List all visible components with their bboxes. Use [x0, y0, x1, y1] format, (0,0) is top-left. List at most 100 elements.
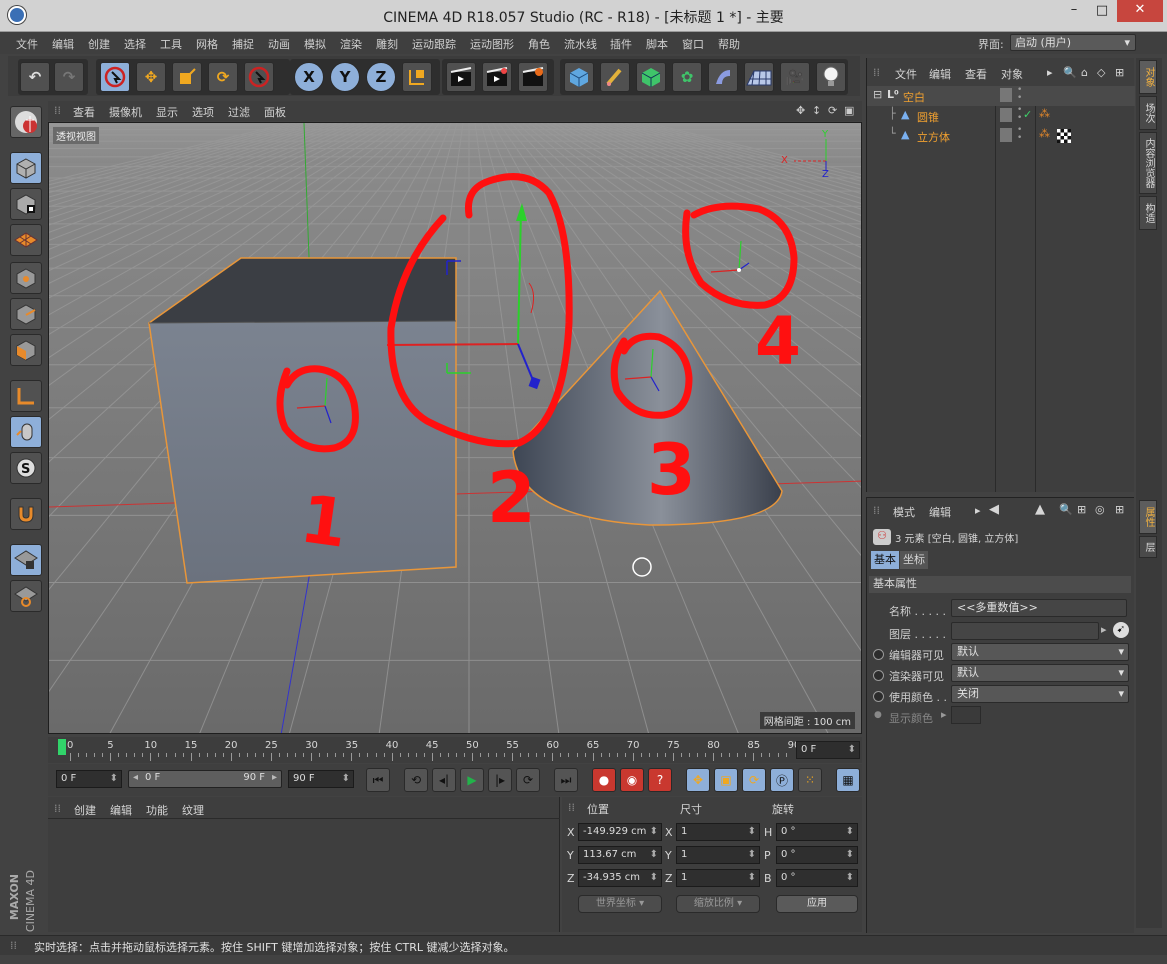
spinner-icon[interactable]: ⬍: [846, 847, 854, 863]
edges-mode-icon[interactable]: [10, 298, 42, 330]
perspective-viewport[interactable]: 透视视图 Y X Z 1 2 3 4 网格间距 : 100 cm: [48, 122, 862, 734]
layer-field[interactable]: [951, 622, 1099, 640]
dolly-view-icon[interactable]: ↕: [812, 104, 821, 117]
layer-swatch[interactable]: [1000, 108, 1012, 122]
object-name[interactable]: 圆锥: [917, 109, 939, 125]
previous-key-icon[interactable]: ⟲: [404, 768, 428, 792]
rotate-view-icon[interactable]: ⟳: [828, 104, 837, 117]
undo-icon[interactable]: ↶: [20, 62, 50, 92]
mat-menu-create[interactable]: 创建: [74, 802, 96, 818]
menu-plugins[interactable]: 插件: [610, 36, 632, 52]
menu-select[interactable]: 选择: [124, 36, 146, 52]
x-axis-lock-button[interactable]: X: [294, 62, 324, 92]
menu-tools[interactable]: 工具: [160, 36, 182, 52]
object-row-null[interactable]: ⊟ L⁰ 空白 • •: [867, 86, 1135, 106]
search-icon[interactable]: 🔍: [1063, 66, 1077, 79]
spinner-icon[interactable]: ⬍: [846, 824, 854, 840]
menu-pipeline[interactable]: 流水线: [564, 36, 597, 52]
toggle-layout-icon[interactable]: ▣: [844, 104, 854, 117]
play-icon[interactable]: ▶: [460, 768, 484, 792]
menu-snap[interactable]: 捕捉: [232, 36, 254, 52]
display-color-radio[interactable]: ●: [874, 710, 882, 720]
spinner-icon[interactable]: ⬍: [848, 742, 856, 758]
viewport-name-label[interactable]: 透视视图: [53, 127, 99, 144]
range-right-arrow-icon[interactable]: ▸: [272, 772, 277, 783]
next-frame-icon[interactable]: |▸: [488, 768, 512, 792]
object-row-cone[interactable]: ├ ▲ 圆锥 • • ✓ ⁂: [867, 106, 1135, 126]
tab-basic[interactable]: 基本: [871, 551, 899, 569]
pick-cursor-icon[interactable]: ➹: [1113, 622, 1129, 638]
drag-handle-icon[interactable]: ⁞⁞: [54, 104, 61, 117]
search-icon[interactable]: 🔍: [1059, 503, 1073, 516]
subdivision-surface-icon[interactable]: [636, 62, 666, 92]
layer-arrow-icon[interactable]: ▸: [1101, 623, 1107, 636]
maximize-button[interactable]: □: [1088, 1, 1116, 23]
vp-menu-view[interactable]: 查看: [73, 104, 95, 120]
obj-menu-objects[interactable]: 对象: [1001, 66, 1023, 82]
model-tool-icon[interactable]: [10, 152, 42, 184]
obj-menu-edit[interactable]: 编辑: [929, 66, 951, 82]
tab-layers[interactable]: 层: [1139, 536, 1157, 558]
z-axis-lock-button[interactable]: Z: [366, 62, 396, 92]
mat-menu-edit[interactable]: 编辑: [110, 802, 132, 818]
vp-menu-filter[interactable]: 过滤: [228, 104, 250, 120]
tab-attributes[interactable]: 属性: [1139, 500, 1157, 534]
snap-magnet-icon[interactable]: [10, 498, 42, 530]
next-key-icon[interactable]: ⟳: [516, 768, 540, 792]
render-to-picture-viewer-icon[interactable]: [482, 62, 512, 92]
target-icon[interactable]: ◎: [1095, 503, 1105, 516]
obj-menu-view[interactable]: 查看: [965, 66, 987, 82]
go-to-start-icon[interactable]: ⏮: [366, 768, 390, 792]
use-color-radio[interactable]: [873, 691, 884, 702]
solo-mode-icon[interactable]: S: [10, 452, 42, 484]
vp-menu-options[interactable]: 选项: [192, 104, 214, 120]
menu-sculpt[interactable]: 雕刻: [376, 36, 398, 52]
key-position-icon[interactable]: ✥: [686, 768, 710, 792]
spinner-icon[interactable]: ⬍: [748, 847, 756, 863]
size-x-field[interactable]: 1 ⬍: [676, 823, 760, 841]
enabled-check-icon[interactable]: ✓: [1023, 108, 1032, 121]
drag-handle-icon[interactable]: ⁞⁞: [568, 801, 575, 814]
spinner-icon[interactable]: ⬍: [748, 870, 756, 886]
size-y-field[interactable]: 1 ⬍: [676, 846, 760, 864]
drag-handle-icon[interactable]: ⁞⁞: [873, 504, 880, 517]
mat-menu-texture[interactable]: 纹理: [182, 802, 204, 818]
spinner-icon[interactable]: ⬍: [650, 847, 658, 863]
layer-swatch[interactable]: [1000, 128, 1012, 142]
eye-icon[interactable]: ◇: [1097, 66, 1105, 79]
menu-window[interactable]: 窗口: [682, 36, 704, 52]
drag-handle-icon[interactable]: ⁞⁞: [54, 802, 61, 815]
editor-visible-radio[interactable]: [873, 649, 884, 660]
visibility-dots-icon[interactable]: • •: [1017, 126, 1022, 143]
polygons-mode-icon[interactable]: [10, 334, 42, 366]
menu-mesh[interactable]: 网格: [196, 36, 218, 52]
scale-mode-dropdown[interactable]: 缩放比例 ▾: [676, 895, 760, 913]
menu-file[interactable]: 文件: [16, 36, 38, 52]
light-icon[interactable]: [816, 62, 846, 92]
key-scale-icon[interactable]: ▣: [714, 768, 738, 792]
texture-tag-icon[interactable]: [1057, 129, 1071, 143]
menu-animate[interactable]: 动画: [268, 36, 290, 52]
coordinate-system-icon[interactable]: [402, 62, 432, 92]
spinner-icon[interactable]: ⬍: [650, 824, 658, 840]
go-to-end-icon[interactable]: ⏭: [554, 768, 578, 792]
playhead[interactable]: [58, 739, 66, 755]
forward-arrow-icon[interactable]: ▲: [1035, 502, 1045, 517]
menu-simulate[interactable]: 模拟: [304, 36, 326, 52]
close-button[interactable]: ✕: [1117, 0, 1163, 22]
obj-menu-file[interactable]: 文件: [895, 66, 917, 82]
collapse-icon[interactable]: ⊟: [873, 88, 882, 101]
y-axis-lock-button[interactable]: Y: [330, 62, 360, 92]
back-arrow-icon[interactable]: ◀: [989, 502, 999, 517]
vp-menu-display[interactable]: 显示: [156, 104, 178, 120]
layer-swatch[interactable]: [1000, 88, 1012, 102]
world-coordinates-dropdown[interactable]: 世界坐标 ▾: [578, 895, 662, 913]
new-panel-icon[interactable]: ⊞: [1115, 66, 1124, 79]
spinner-icon[interactable]: ⬍: [846, 870, 854, 886]
model-mode-icon[interactable]: [10, 106, 42, 138]
apply-button[interactable]: 应用: [776, 895, 858, 913]
cube-primitive-icon[interactable]: [564, 62, 594, 92]
live-selection-icon[interactable]: [100, 62, 130, 92]
rotation-h-field[interactable]: 0 ° ⬍: [776, 823, 858, 841]
phong-tag-icon[interactable]: ⁂: [1039, 127, 1050, 140]
